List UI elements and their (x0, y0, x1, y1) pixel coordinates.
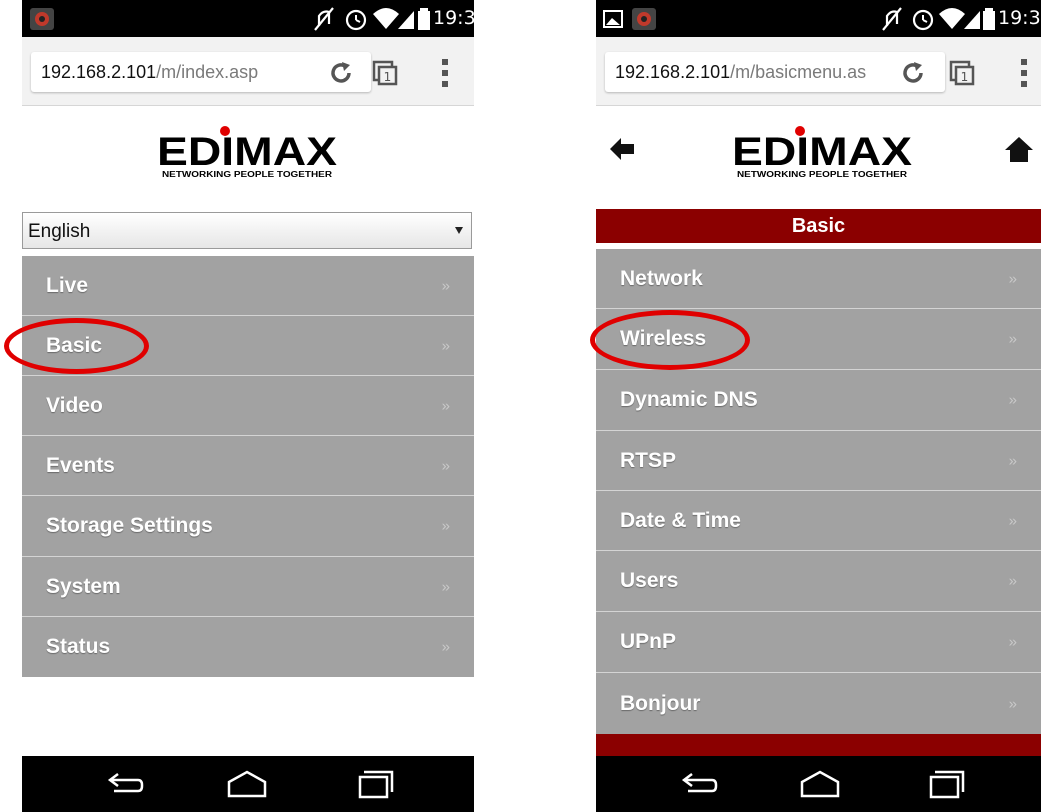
menu-item-storage-settings[interactable]: Storage Settings» (22, 496, 474, 557)
chevron-right-icon: » (441, 578, 450, 595)
menu-item-bonjour[interactable]: Bonjour» (596, 673, 1041, 734)
android-nav-bar (22, 756, 474, 812)
language-select[interactable]: English (22, 212, 472, 249)
nav-recents-icon[interactable] (927, 766, 967, 802)
image-icon (603, 10, 623, 28)
clock: 19:32 (433, 7, 474, 29)
dropdown-arrow-icon (455, 227, 463, 234)
signal-icon (964, 11, 980, 29)
mute-icon (882, 7, 902, 31)
chevron-right-icon: » (441, 277, 450, 294)
url-host: 192.168.2.101 (41, 62, 157, 82)
menu-item-users[interactable]: Users» (596, 551, 1041, 612)
overflow-menu-icon[interactable] (1019, 57, 1029, 89)
footer-strip (596, 734, 1041, 757)
basic-menu: Network» Wireless» Dynamic DNS» RTSP» Da… (596, 249, 1041, 734)
address-bar[interactable]: 192.168.2.101/m/index.asp (31, 52, 371, 92)
status-bar: 19:32 (22, 0, 474, 37)
svg-text:1: 1 (961, 70, 969, 84)
battery-icon (983, 8, 995, 30)
menu-item-video[interactable]: Video» (22, 376, 474, 436)
menu-item-date-time[interactable]: Date & Time» (596, 491, 1041, 551)
chevron-right-icon: » (441, 638, 450, 656)
url-path: /m/basicmenu.as (730, 62, 867, 82)
main-menu: Live» Basic» Video» Events» Storage Sett… (22, 256, 474, 677)
chevron-right-icon: » (441, 397, 450, 414)
nav-back-icon[interactable] (678, 766, 718, 802)
edimax-logo: EDIMAX NETWORKING PEOPLE TOGETHER (152, 122, 342, 187)
chevron-right-icon: » (441, 457, 450, 474)
overflow-menu-icon[interactable] (440, 57, 450, 89)
menu-item-status[interactable]: Status» (22, 617, 474, 677)
menu-item-rtsp[interactable]: RTSP» (596, 431, 1041, 491)
chevron-right-icon: » (441, 337, 450, 354)
alarm-icon (912, 9, 934, 31)
logo-brand: EDIMAX (157, 130, 337, 174)
phone-screen-main-menu: 19:32 192.168.2.101/m/index.asp 1 EDIMAX… (22, 0, 474, 812)
logo-tagline: NETWORKING PEOPLE TOGETHER (737, 170, 907, 179)
menu-item-upnp[interactable]: UPnP» (596, 612, 1041, 673)
alarm-icon (345, 9, 367, 31)
back-arrow-icon[interactable] (608, 135, 636, 163)
chevron-right-icon: » (1008, 633, 1017, 651)
svg-text:1: 1 (384, 70, 392, 84)
nav-home-icon[interactable] (225, 766, 269, 802)
url-path: /m/index.asp (156, 62, 259, 82)
nav-back-icon[interactable] (104, 766, 144, 802)
home-icon[interactable] (1004, 135, 1034, 163)
edimax-logo: EDIMAX NETWORKING PEOPLE TOGETHER (727, 122, 917, 187)
reload-icon[interactable] (900, 60, 926, 86)
menu-item-network[interactable]: Network» (596, 249, 1041, 309)
battery-icon (418, 8, 430, 30)
logo-brand: EDIMAX (732, 130, 912, 174)
signal-icon (398, 11, 414, 29)
section-title: Basic (596, 209, 1041, 243)
menu-item-system[interactable]: System» (22, 557, 474, 617)
menu-item-live[interactable]: Live» (22, 256, 474, 316)
chevron-right-icon: » (1008, 695, 1017, 712)
notification-icon (632, 8, 656, 30)
browser-toolbar: 192.168.2.101/m/basicmenu.as 1 (596, 37, 1041, 106)
nav-home-icon[interactable] (798, 766, 842, 802)
url-host: 192.168.2.101 (615, 62, 731, 82)
nav-recents-icon[interactable] (356, 766, 396, 802)
menu-item-dynamic-dns[interactable]: Dynamic DNS» (596, 370, 1041, 431)
chevron-right-icon: » (1008, 330, 1017, 348)
chevron-right-icon: » (1008, 270, 1017, 287)
logo-tagline: NETWORKING PEOPLE TOGETHER (162, 170, 332, 179)
status-bar: 19:32 (596, 0, 1041, 37)
menu-item-basic[interactable]: Basic» (22, 316, 474, 376)
menu-item-wireless[interactable]: Wireless» (596, 309, 1041, 370)
chevron-right-icon: » (1008, 452, 1017, 469)
chevron-right-icon: » (1008, 572, 1017, 590)
phone-screen-basic-menu: 19:32 192.168.2.101/m/basicmenu.as 1 EDI… (596, 0, 1041, 812)
tabs-icon[interactable]: 1 (371, 59, 399, 87)
reload-icon[interactable] (328, 60, 354, 86)
browser-toolbar: 192.168.2.101/m/index.asp 1 (22, 37, 474, 106)
tabs-icon[interactable]: 1 (948, 59, 976, 87)
chevron-right-icon: » (1008, 512, 1017, 529)
android-nav-bar (596, 756, 1041, 812)
chevron-right-icon: » (1008, 391, 1017, 409)
language-selected-value: English (28, 221, 91, 242)
mute-icon (314, 7, 334, 31)
notification-icon (30, 8, 54, 30)
address-bar[interactable]: 192.168.2.101/m/basicmenu.as (605, 52, 945, 92)
clock: 19:32 (998, 7, 1041, 29)
chevron-right-icon: » (441, 517, 450, 535)
menu-item-events[interactable]: Events» (22, 436, 474, 496)
